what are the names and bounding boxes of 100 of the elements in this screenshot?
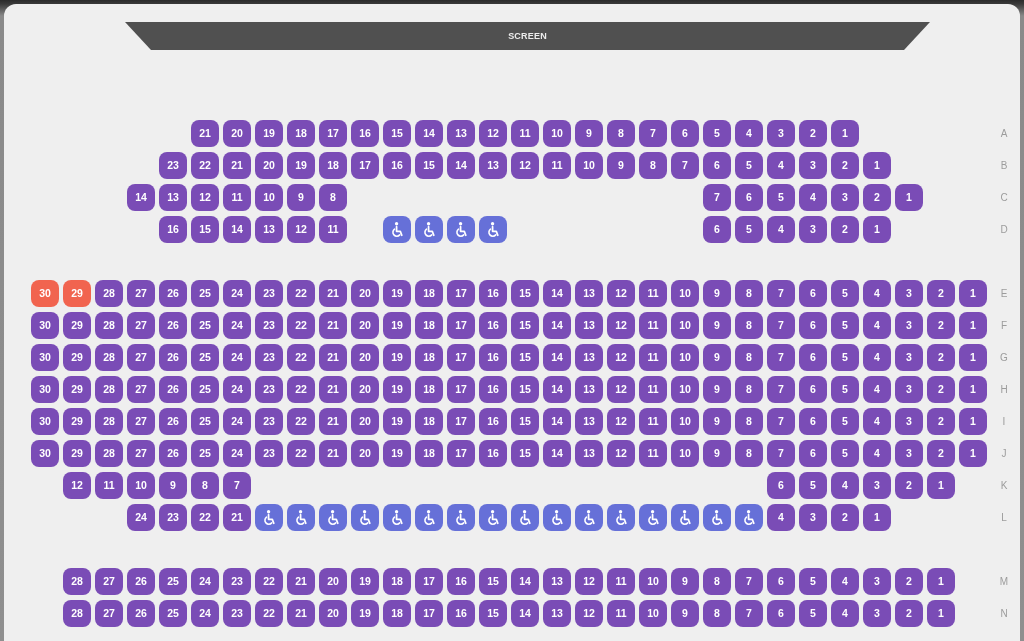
seat-button[interactable]: 13 <box>575 439 603 467</box>
seat-button[interactable]: 7 <box>767 311 795 339</box>
seat-button[interactable]: 12 <box>607 439 635 467</box>
seat-button[interactable]: 17 <box>447 343 475 371</box>
seat-button[interactable]: 1 <box>927 599 955 627</box>
seat-button[interactable]: 15 <box>511 279 539 307</box>
seat-button[interactable]: 10 <box>543 119 571 147</box>
seat-button[interactable]: 11 <box>639 439 667 467</box>
seat-button[interactable]: 9 <box>703 311 731 339</box>
seat-button[interactable]: 17 <box>319 119 347 147</box>
seat-button[interactable]: 8 <box>607 119 635 147</box>
seat-button[interactable]: 28 <box>95 311 123 339</box>
seat-button[interactable]: 21 <box>319 439 347 467</box>
seat-button[interactable]: 9 <box>671 567 699 595</box>
seat-button[interactable]: 4 <box>831 599 859 627</box>
wheelchair-seat-button[interactable] <box>447 215 475 243</box>
seat-button[interactable]: 5 <box>831 439 859 467</box>
seat-button[interactable]: 5 <box>735 215 763 243</box>
seat-button[interactable]: 4 <box>831 471 859 499</box>
seat-button[interactable]: 24 <box>223 311 251 339</box>
seat-button[interactable]: 10 <box>671 375 699 403</box>
seat-button[interactable]: 18 <box>415 279 443 307</box>
seat-button[interactable]: 15 <box>511 375 539 403</box>
seat-button[interactable]: 30 <box>31 279 59 307</box>
seat-button[interactable]: 29 <box>63 279 91 307</box>
wheelchair-seat-button[interactable] <box>287 503 315 531</box>
seat-button[interactable]: 19 <box>351 567 379 595</box>
seat-button[interactable]: 14 <box>543 343 571 371</box>
seat-button[interactable]: 3 <box>895 407 923 435</box>
seat-button[interactable]: 22 <box>287 311 315 339</box>
seat-button[interactable]: 12 <box>607 279 635 307</box>
seat-button[interactable]: 1 <box>927 471 955 499</box>
seat-button[interactable]: 13 <box>159 183 187 211</box>
wheelchair-seat-button[interactable] <box>511 503 539 531</box>
seat-button[interactable]: 21 <box>319 279 347 307</box>
seat-button[interactable]: 17 <box>351 151 379 179</box>
seat-button[interactable]: 14 <box>543 311 571 339</box>
seat-button[interactable]: 27 <box>127 279 155 307</box>
seat-button[interactable]: 23 <box>159 503 187 531</box>
seat-button[interactable]: 14 <box>223 215 251 243</box>
seat-button[interactable]: 19 <box>383 375 411 403</box>
seat-button[interactable]: 18 <box>415 439 443 467</box>
seat-button[interactable]: 18 <box>415 311 443 339</box>
seat-button[interactable]: 25 <box>159 599 187 627</box>
seat-button[interactable]: 25 <box>191 279 219 307</box>
seat-button[interactable]: 4 <box>863 279 891 307</box>
seat-button[interactable]: 22 <box>287 279 315 307</box>
seat-button[interactable]: 12 <box>575 567 603 595</box>
seat-button[interactable]: 3 <box>799 151 827 179</box>
seat-button[interactable]: 16 <box>479 279 507 307</box>
seat-button[interactable]: 23 <box>255 311 283 339</box>
seat-button[interactable]: 10 <box>671 439 699 467</box>
seat-button[interactable]: 9 <box>703 279 731 307</box>
seat-button[interactable]: 5 <box>831 407 859 435</box>
seat-button[interactable]: 3 <box>831 183 859 211</box>
seat-button[interactable]: 19 <box>255 119 283 147</box>
seat-button[interactable]: 4 <box>863 311 891 339</box>
wheelchair-seat-button[interactable] <box>447 503 475 531</box>
seat-button[interactable]: 17 <box>447 407 475 435</box>
seat-button[interactable]: 9 <box>159 471 187 499</box>
seat-button[interactable]: 27 <box>127 375 155 403</box>
seat-button[interactable]: 20 <box>351 343 379 371</box>
wheelchair-seat-button[interactable] <box>671 503 699 531</box>
seat-button[interactable]: 30 <box>31 343 59 371</box>
seat-button[interactable]: 3 <box>895 375 923 403</box>
seat-button[interactable]: 13 <box>575 343 603 371</box>
seat-button[interactable]: 6 <box>767 471 795 499</box>
seat-button[interactable]: 3 <box>895 279 923 307</box>
seat-button[interactable]: 20 <box>351 375 379 403</box>
wheelchair-seat-button[interactable] <box>575 503 603 531</box>
seat-button[interactable]: 3 <box>895 343 923 371</box>
seat-button[interactable]: 13 <box>543 567 571 595</box>
seat-button[interactable]: 13 <box>575 375 603 403</box>
seat-button[interactable]: 1 <box>959 343 987 371</box>
seat-button[interactable]: 6 <box>799 343 827 371</box>
wheelchair-seat-button[interactable] <box>319 503 347 531</box>
seat-button[interactable]: 3 <box>863 599 891 627</box>
seat-button[interactable]: 8 <box>735 311 763 339</box>
seat-button[interactable]: 2 <box>895 471 923 499</box>
seat-button[interactable]: 12 <box>479 119 507 147</box>
seat-button[interactable]: 26 <box>127 567 155 595</box>
seat-button[interactable]: 19 <box>287 151 315 179</box>
seat-button[interactable]: 13 <box>255 215 283 243</box>
seat-button[interactable]: 6 <box>799 279 827 307</box>
seat-button[interactable]: 14 <box>543 439 571 467</box>
seat-button[interactable]: 22 <box>287 375 315 403</box>
seat-button[interactable]: 20 <box>319 567 347 595</box>
seat-button[interactable]: 26 <box>159 311 187 339</box>
seat-button[interactable]: 9 <box>703 343 731 371</box>
seat-button[interactable]: 24 <box>223 375 251 403</box>
seat-button[interactable]: 2 <box>863 183 891 211</box>
seat-button[interactable]: 8 <box>191 471 219 499</box>
seat-button[interactable]: 15 <box>511 439 539 467</box>
seat-button[interactable]: 7 <box>671 151 699 179</box>
seat-button[interactable]: 3 <box>799 503 827 531</box>
seat-button[interactable]: 29 <box>63 407 91 435</box>
seat-button[interactable]: 6 <box>799 311 827 339</box>
seat-button[interactable]: 7 <box>767 375 795 403</box>
seat-button[interactable]: 22 <box>191 503 219 531</box>
seat-button[interactable]: 15 <box>383 119 411 147</box>
